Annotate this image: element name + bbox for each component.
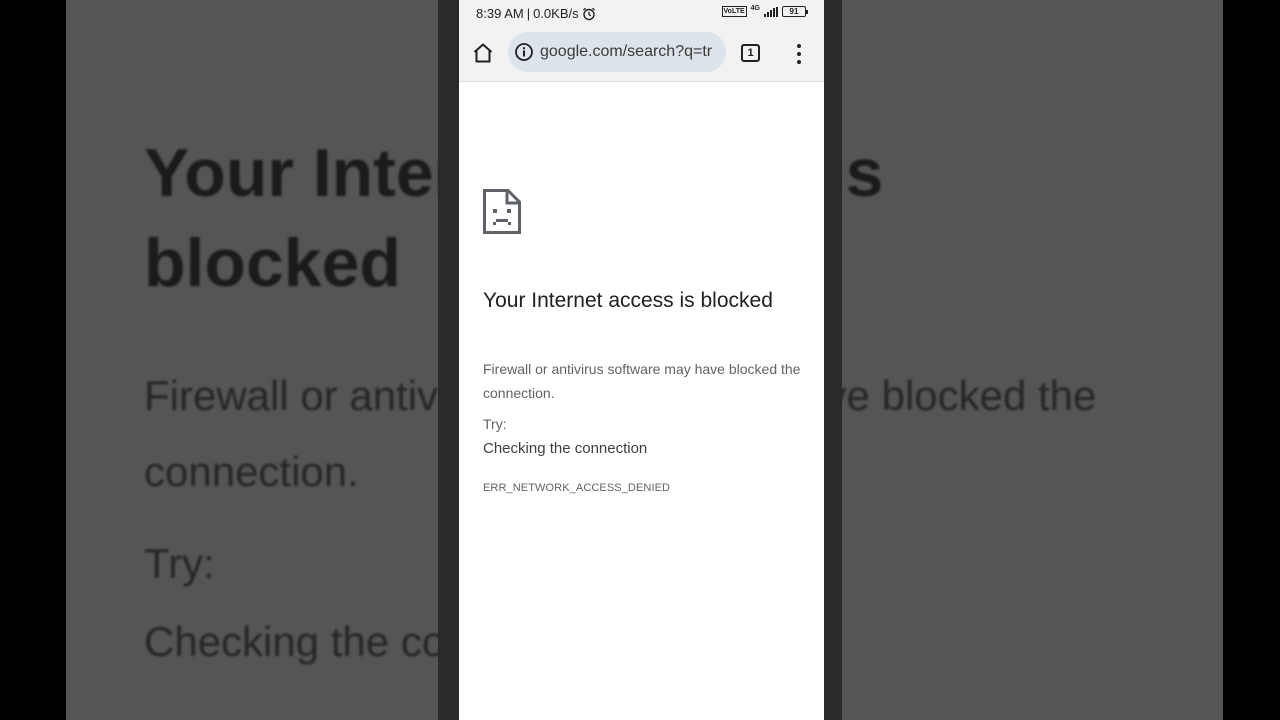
bg-try-label: Try: [144,540,215,587]
tab-count: 1 [747,47,754,59]
error-code: ERR_NETWORK_ACCESS_DENIED [483,482,671,494]
volte-badge: VoLTE [721,6,747,17]
status-right: VoLTE 4G 91 [721,5,808,17]
battery-icon: 91 [782,6,808,17]
status-left: 8:39 AM | 0.0KB/s [476,6,596,21]
try-label: Try: [483,416,507,432]
status-bar: 8:39 AM | 0.0KB/s VoLTE 4G 91 [459,0,824,27]
alarm-icon [582,7,595,20]
battery-level: 91 [789,7,799,16]
phone-screen: 8:39 AM | 0.0KB/s VoLTE 4G 91 google.com… [459,0,824,720]
info-icon[interactable] [514,42,534,62]
error-description: Firewall or antivirus software may have … [483,361,801,401]
status-time: 8:39 AM [476,6,524,21]
browser-toolbar: google.com/search?q=tr 1 [459,27,824,82]
sad-page-icon [483,189,521,234]
status-separator: | [526,6,531,21]
signal-icon [764,6,778,17]
network-type: 4G [750,5,760,12]
home-icon[interactable] [471,41,495,65]
error-title: Your Internet access is blocked [483,289,773,312]
more-vert-icon[interactable] [791,43,807,65]
url-text[interactable]: google.com/search?q=tr [540,43,712,61]
status-speed: 0.0KB/s [533,6,579,21]
suggestion-check-connection: Checking the connection [483,440,648,457]
tab-switcher-button[interactable]: 1 [741,44,760,62]
address-bar[interactable]: google.com/search?q=tr [508,32,726,72]
